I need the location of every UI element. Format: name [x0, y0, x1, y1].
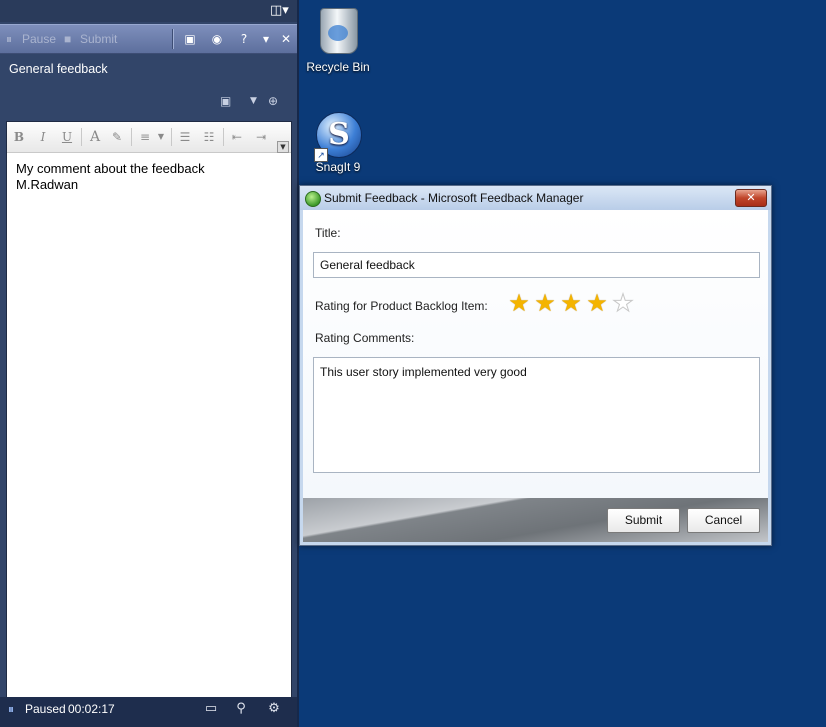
pause-button[interactable]: Pause: [22, 25, 56, 53]
dialog-body: Title: General feedback Rating for Produ…: [303, 210, 768, 498]
star-5-icon[interactable]: ★: [612, 291, 635, 316]
numbered-list-icon[interactable]: ☷: [201, 129, 217, 145]
toolbar-overflow-icon[interactable]: ▼: [277, 141, 289, 153]
bullet-list-icon[interactable]: ☰: [177, 129, 193, 145]
dialog-footer: Submit Cancel: [303, 498, 768, 542]
panel-toolbar: ⏸ Pause ■ Submit ▣ ◉ ? ▾ ✕: [0, 24, 298, 54]
status-timer: 00:02:17: [68, 702, 115, 716]
recycle-bin-label: Recycle Bin: [306, 60, 370, 74]
feedback-panel: ◫▾ ⏸ Pause ■ Submit ▣ ◉ ? ▾ ✕ General fe…: [0, 0, 298, 727]
attachment-icon[interactable]: ⊕: [268, 94, 278, 108]
comment-editor[interactable]: B I U A ✎ ≡ ▼ ☰ ☷ ⇤ ⇥ ▼ My comment about…: [6, 121, 292, 698]
format-toolbar: B I U A ✎ ≡ ▼ ☰ ☷ ⇤ ⇥ ▼: [7, 122, 291, 153]
star-3-icon[interactable]: ★: [560, 291, 582, 315]
rating-label: Rating for Product Backlog Item:: [315, 299, 488, 313]
submit-feedback-dialog: Submit Feedback - Microsoft Feedback Man…: [299, 185, 772, 546]
help-icon[interactable]: ?: [236, 31, 252, 47]
feedback-title: General feedback: [9, 62, 108, 76]
font-color-icon[interactable]: A: [87, 129, 103, 145]
star-4-icon[interactable]: ★: [586, 291, 608, 315]
dialog-title: Submit Feedback - Microsoft Feedback Man…: [324, 191, 584, 205]
comments-label: Rating Comments:: [315, 331, 415, 345]
chevron-down-icon[interactable]: ▾: [258, 31, 274, 47]
italic-icon[interactable]: I: [35, 129, 51, 145]
comments-textarea[interactable]: This user story implemented very good: [313, 357, 760, 473]
dialog-titlebar[interactable]: Submit Feedback - Microsoft Feedback Man…: [300, 186, 771, 210]
recycle-bin-icon: [314, 8, 362, 56]
title-label: Title:: [315, 226, 341, 240]
camera-icon[interactable]: ▣: [220, 94, 231, 108]
connect-icon[interactable]: ◉: [209, 31, 225, 47]
comment-text[interactable]: My comment about the feedback M.Radwan: [16, 161, 276, 193]
screen-icon[interactable]: ▭: [202, 700, 220, 718]
bold-icon[interactable]: B: [11, 129, 27, 145]
panel-top-bar: ◫▾: [0, 0, 298, 22]
status-bar: ⏸ Paused 00:02:17 ▭ ⚲ ⚙: [0, 697, 298, 727]
recycle-bin[interactable]: Recycle Bin: [298, 6, 378, 74]
shortcut-arrow-icon: ↗: [314, 148, 328, 162]
snagit-label: SnagIt 9: [315, 160, 361, 174]
underline-icon[interactable]: U: [59, 129, 75, 145]
paused-icon: ⏸: [8, 702, 15, 716]
gear-icon[interactable]: ⚙: [265, 700, 283, 718]
pause-icon: ⏸: [6, 32, 13, 46]
snagit-shortcut[interactable]: S ↗ SnagIt 9: [298, 112, 378, 174]
layout-toggle-icon[interactable]: ◫▾: [270, 2, 294, 19]
align-dropdown-icon[interactable]: ▼: [153, 129, 169, 145]
submit-toolbar-button[interactable]: Submit: [80, 25, 117, 53]
star-1-icon[interactable]: ★: [508, 291, 530, 315]
attach-screen-icon[interactable]: ▣: [182, 31, 198, 47]
submit-icon: ■: [64, 32, 72, 46]
close-icon[interactable]: ✕: [278, 31, 294, 47]
toolbar-separator: [172, 29, 174, 49]
title-input[interactable]: General feedback: [313, 252, 760, 278]
microphone-icon[interactable]: ⚲: [232, 700, 250, 718]
snagit-icon: S ↗: [314, 112, 362, 162]
increase-indent-icon[interactable]: ⇥: [253, 129, 269, 145]
cancel-button[interactable]: Cancel: [687, 508, 760, 533]
align-icon[interactable]: ≡: [137, 129, 153, 145]
status-state: Paused: [25, 702, 66, 716]
camera-dropdown-icon[interactable]: ▼: [250, 96, 257, 106]
star-2-icon[interactable]: ★: [534, 291, 556, 315]
decrease-indent-icon[interactable]: ⇤: [229, 129, 245, 145]
submit-button[interactable]: Submit: [607, 508, 680, 533]
feedback-manager-icon: [305, 191, 321, 207]
highlight-icon[interactable]: ✎: [109, 129, 125, 145]
dialog-close-button[interactable]: ✕: [735, 189, 767, 207]
